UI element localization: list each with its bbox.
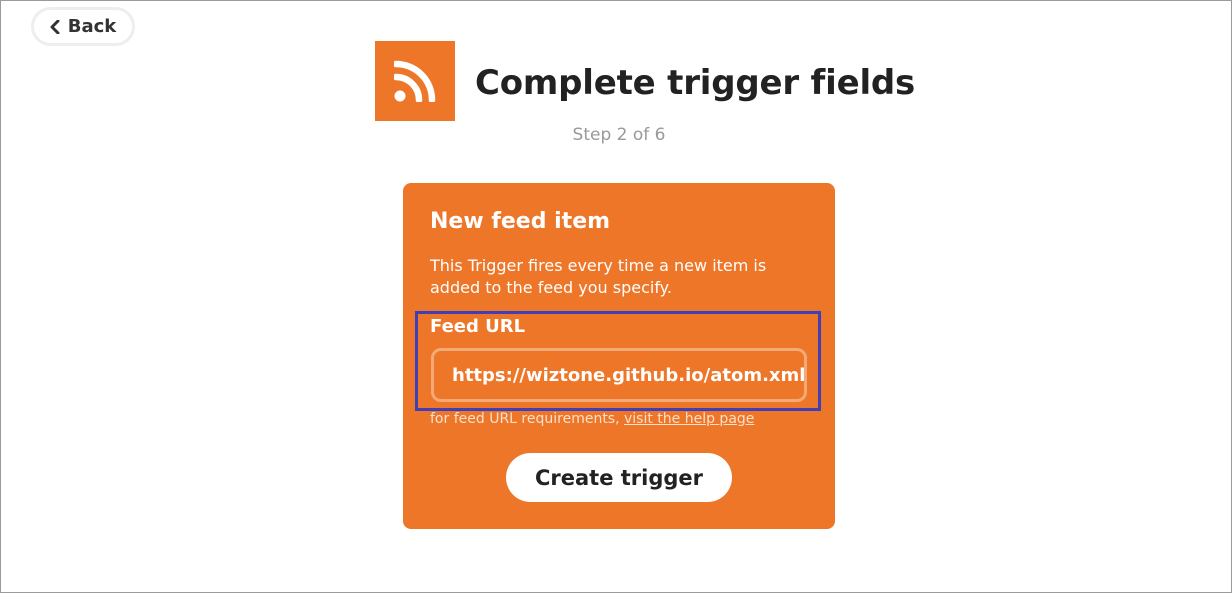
trigger-description: This Trigger fires every time a new item… (430, 256, 767, 297)
page-title: Complete trigger fields (475, 63, 916, 103)
back-label: Back (67, 16, 117, 37)
feed-url-label: Feed URL (430, 316, 526, 337)
feed-url-input[interactable] (431, 348, 807, 402)
step-indicator: Step 2 of 6 (572, 125, 666, 145)
help-text: for feed URL requirements, visit the hel… (430, 411, 754, 427)
app-window: Back Complete trigger fields Step 2 of 6… (0, 0, 1232, 593)
back-button[interactable]: Back (31, 7, 135, 46)
help-text-prefix: for feed URL requirements, (430, 411, 624, 427)
help-page-link[interactable]: visit the help page (624, 411, 754, 427)
create-trigger-button[interactable]: Create trigger (506, 453, 732, 502)
trigger-title: New feed item (430, 209, 611, 234)
trigger-card: New feed item This Trigger fires every t… (403, 183, 835, 529)
rss-feed-icon (375, 41, 455, 121)
chevron-left-icon (50, 19, 60, 34)
